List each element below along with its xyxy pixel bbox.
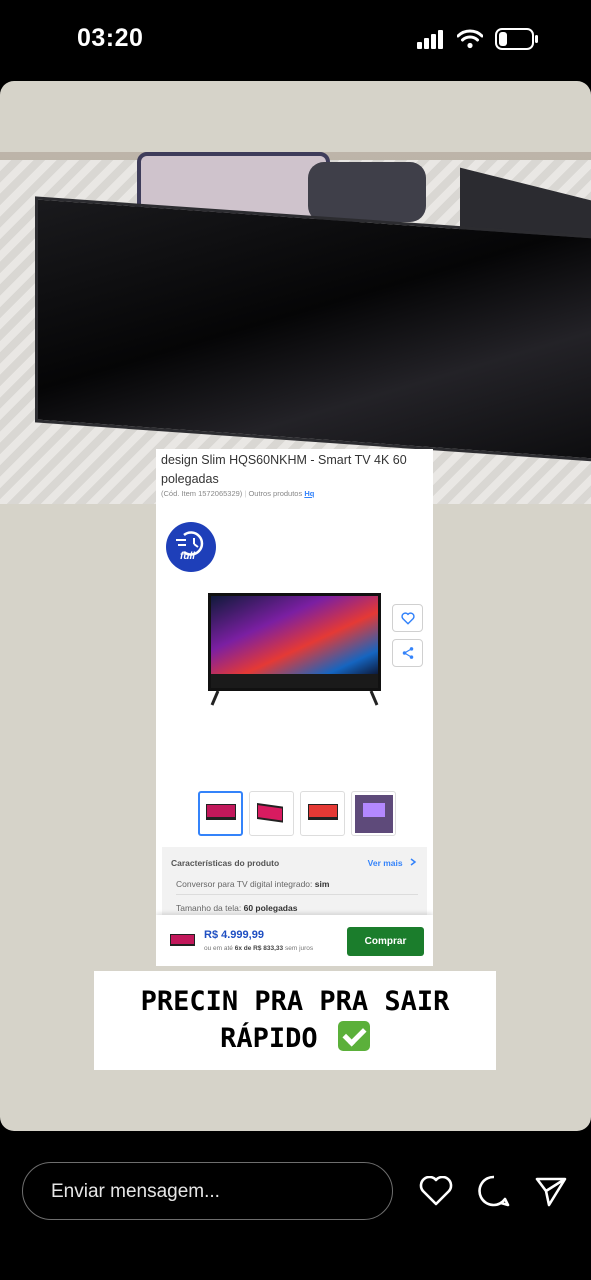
thumbnail-3[interactable] [300, 791, 345, 836]
signal-icon [417, 30, 443, 49]
feature-row: Tamanho da tela: 60 polegadas [176, 903, 298, 913]
image-thumbnails [198, 791, 396, 836]
product-image[interactable] [208, 593, 381, 711]
brand-link[interactable]: Hq [304, 489, 314, 498]
see-more-link[interactable]: Ver mais [368, 858, 417, 868]
other-products-label: Outros produtos [248, 489, 303, 498]
send-icon [535, 1177, 567, 1207]
product-meta: (Cód. Item 1572065329) | Outros produtos… [161, 489, 315, 498]
comment-button[interactable] [476, 1173, 512, 1209]
buy-thumbnail [170, 934, 195, 946]
caption-line-1: PRECIN PRA PRA SAIR [140, 986, 450, 1017]
message-placeholder: Enviar mensagem... [51, 1181, 220, 1202]
heart-icon [400, 611, 415, 624]
like-button[interactable] [418, 1173, 454, 1209]
share-icon [402, 647, 413, 659]
checkmark-icon [337, 1021, 370, 1051]
product-title: design Slim HQS60NKHM - Smart TV 4K 60 p… [161, 453, 407, 486]
features-heading: Características do produto [171, 858, 280, 868]
status-icons [417, 28, 539, 50]
price: R$ 4.999,99 [204, 929, 264, 941]
buy-button[interactable]: Comprar [347, 927, 424, 956]
status-bar: 03:20 [0, 0, 591, 80]
thumbnail-1[interactable] [198, 791, 243, 836]
send-button[interactable] [533, 1173, 569, 1209]
battery-icon [495, 28, 538, 50]
share-button[interactable] [392, 639, 423, 667]
item-code: (Cód. Item 1572065329) [161, 489, 243, 498]
wifi-icon [457, 29, 483, 49]
full-clock-icon [176, 531, 204, 556]
buy-bar: R$ 4.999,99 ou em até 6x de R$ 833,33 se… [156, 915, 433, 966]
thumbnail-2[interactable] [249, 791, 294, 836]
chevron-right-icon [410, 858, 417, 866]
feature-row: Conversor para TV digital integrado: sim [176, 879, 330, 889]
message-input[interactable]: Enviar mensagem... [22, 1162, 393, 1220]
thumbnail-4[interactable] [351, 791, 396, 836]
favorite-button[interactable] [392, 604, 423, 632]
installments: ou em até 6x de R$ 833,33 sem juros [204, 945, 314, 952]
caption-line-2: RÁPIDO [220, 1023, 318, 1054]
product-features: Características do produto Ver mais Conv… [162, 847, 427, 922]
comment-icon [478, 1175, 510, 1207]
story-frame[interactable]: design Slim HQS60NKHM - Smart TV 4K 60 p… [0, 81, 591, 1131]
heart-icon [419, 1176, 453, 1206]
full-badge: full [166, 522, 216, 572]
status-time: 03:20 [77, 24, 144, 52]
product-listing-card: design Slim HQS60NKHM - Smart TV 4K 60 p… [156, 449, 433, 966]
full-label: full [180, 551, 195, 562]
story-caption: PRECIN PRA PRA SAIR RÁPIDO [94, 971, 496, 1070]
